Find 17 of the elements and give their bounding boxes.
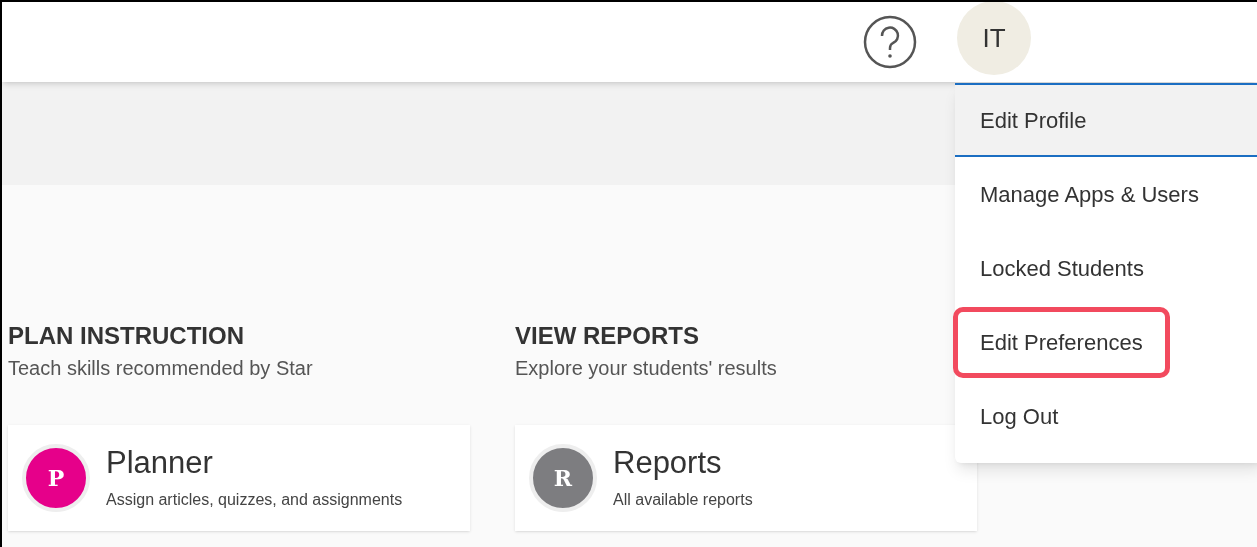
menu-item[interactable]: Locked Students (955, 251, 1169, 285)
section-heading: VIEW REPORTS (515, 321, 700, 351)
help-icon[interactable] (863, 15, 917, 69)
app-description: All available reports (613, 490, 753, 510)
section-subtitle: Explore your students' results (515, 356, 777, 381)
section-subtitle: Teach skills recommended by Star (8, 356, 313, 381)
app-title: Planner (106, 444, 213, 482)
app-card[interactable]: R Reports All available reports (515, 425, 977, 531)
app-card[interactable]: P Planner Assign articles, quizzes, and assignments (8, 425, 470, 531)
menu-item[interactable]: Manage Apps & Users (955, 177, 1224, 211)
app-letter-icon: R (529, 444, 597, 512)
app-title: Reports (613, 444, 722, 482)
menu-item[interactable]: Edit Preferences (953, 306, 1170, 378)
app-letter-icon: P (22, 444, 90, 512)
app-description: Assign articles, quizzes, and assignments (106, 490, 403, 510)
section-heading: PLAN INSTRUCTION (8, 321, 244, 351)
avatar-button[interactable]: IT (957, 2, 1031, 75)
